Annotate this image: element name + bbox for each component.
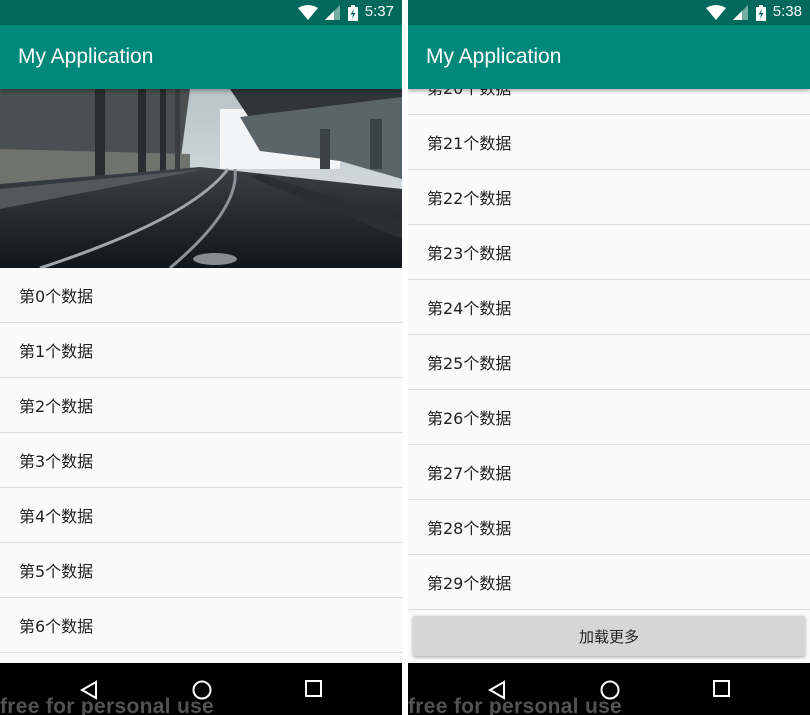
list-item[interactable]: 第25个数据 <box>408 335 810 390</box>
left-phone-screen: 5:37 My Application 第0个数据 第1个数据 第2个数据 第3… <box>0 0 402 715</box>
status-bar: 5:37 <box>0 0 402 25</box>
toolbar-title: My Application <box>18 45 154 68</box>
recents-icon[interactable] <box>713 680 731 698</box>
wifi-icon <box>706 5 726 20</box>
navigation-bar: free for personal use <box>0 663 402 715</box>
list-item[interactable]: 第27个数据 <box>408 445 810 500</box>
status-bar: 5:38 <box>408 0 810 25</box>
status-time: 5:38 <box>772 3 802 20</box>
list-item[interactable]: 第2个数据 <box>0 378 402 433</box>
right-phone-screen: 5:38 My Application 第20个数据 第21个数据 第22个数据… <box>408 0 810 715</box>
list-item[interactable]: 第4个数据 <box>0 488 402 543</box>
recents-icon[interactable] <box>305 680 323 698</box>
signal-icon <box>325 5 340 20</box>
list-item[interactable]: 第1个数据 <box>0 323 402 378</box>
signal-icon <box>733 5 748 20</box>
watermark-text: free for personal use <box>0 695 215 715</box>
load-more-button[interactable]: 加载更多 <box>413 616 805 656</box>
list-item[interactable]: 第29个数据 <box>408 555 810 610</box>
list-item[interactable]: 第22个数据 <box>408 170 810 225</box>
list-item[interactable]: 第23个数据 <box>408 225 810 280</box>
navigation-bar: free for personal use <box>408 663 810 715</box>
battery-charging-icon <box>756 5 766 21</box>
app-toolbar: My Application <box>408 25 810 89</box>
battery-charging-icon <box>348 5 358 21</box>
header-banner-image <box>0 89 402 268</box>
list-item[interactable]: 第3个数据 <box>0 433 402 488</box>
data-list[interactable]: 第0个数据 第1个数据 第2个数据 第3个数据 第4个数据 第5个数据 第6个数… <box>0 268 402 653</box>
status-time: 5:37 <box>364 3 394 20</box>
data-list[interactable]: 第20个数据 第21个数据 第22个数据 第23个数据 第24个数据 第25个数… <box>408 60 810 610</box>
watermark-text: free for personal use <box>408 695 623 715</box>
app-toolbar: My Application <box>0 25 402 89</box>
list-item[interactable]: 第24个数据 <box>408 280 810 335</box>
list-item[interactable]: 第26个数据 <box>408 390 810 445</box>
list-item[interactable]: 第28个数据 <box>408 500 810 555</box>
toolbar-title: My Application <box>426 45 562 68</box>
list-item[interactable]: 第21个数据 <box>408 115 810 170</box>
list-item[interactable]: 第6个数据 <box>0 598 402 653</box>
list-item[interactable]: 第5个数据 <box>0 543 402 598</box>
list-item[interactable]: 第0个数据 <box>0 268 402 323</box>
wifi-icon <box>298 5 318 20</box>
